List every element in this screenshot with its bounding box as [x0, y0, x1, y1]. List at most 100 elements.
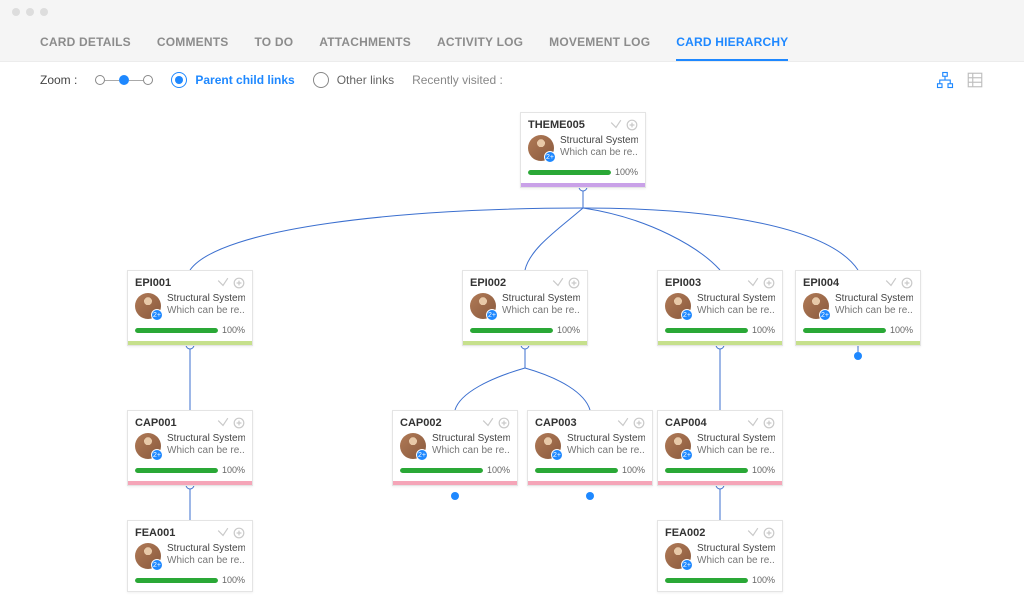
card-text: Structural SystemWhich can be re...: [697, 433, 775, 459]
card-action-icon[interactable]: [747, 277, 759, 289]
card-theme005[interactable]: THEME005 2+ Structural System Which can …: [520, 112, 646, 188]
add-child-icon[interactable]: [633, 417, 645, 429]
progress-bar: [528, 170, 611, 175]
card-action-icon[interactable]: [482, 417, 494, 429]
tab-card-details[interactable]: CARD DETAILS: [40, 24, 131, 61]
add-child-icon[interactable]: [233, 277, 245, 289]
card-action-icon[interactable]: [747, 527, 759, 539]
avatar: 2+: [400, 433, 426, 459]
tree-view-icon[interactable]: [936, 71, 954, 89]
progress-pct: 100%: [622, 465, 645, 475]
tab-movement-log[interactable]: MOVEMENT LOG: [549, 24, 650, 61]
avatar: 2+: [135, 433, 161, 459]
avatar: 2+: [470, 293, 496, 319]
card-accent: [528, 481, 652, 485]
progress-bar: [135, 328, 218, 333]
progress-pct: 100%: [752, 325, 775, 335]
card-id: CAP001: [135, 417, 177, 429]
progress-bar: [400, 468, 483, 473]
add-child-icon[interactable]: [233, 527, 245, 539]
zoom-step-3[interactable]: [143, 75, 153, 85]
window-chrome: [0, 0, 1024, 24]
card-fea002[interactable]: FEA002 2+ Structural SystemWhich can be r…: [657, 520, 783, 592]
zoom-slider[interactable]: [95, 75, 153, 85]
progress-pct: 100%: [222, 325, 245, 335]
avatar: 2+: [665, 433, 691, 459]
card-fea001[interactable]: FEA001 2+Structural SystemWhich can be r…: [127, 520, 253, 592]
tab-bar: CARD DETAILS COMMENTS TO DO ATTACHMENTS …: [0, 24, 1024, 62]
card-action-icon[interactable]: [610, 119, 622, 131]
progress-bar: [665, 578, 748, 583]
tab-todo[interactable]: TO DO: [254, 24, 293, 61]
card-text: Structural SystemWhich can be re...: [697, 543, 775, 569]
card-action-icon[interactable]: [747, 417, 759, 429]
add-child-icon[interactable]: [763, 527, 775, 539]
card-action-icon[interactable]: [885, 277, 897, 289]
avatar: 2+: [135, 293, 161, 319]
progress-bar: [803, 328, 886, 333]
avatar: 2+: [665, 293, 691, 319]
add-child-icon[interactable]: [498, 417, 510, 429]
card-cap004[interactable]: CAP004 2+Structural SystemWhich can be r…: [657, 410, 783, 486]
card-cap003[interactable]: CAP003 2+ Structural SystemWhich can be r…: [527, 410, 653, 486]
card-cap002[interactable]: CAP002 2+Structural SystemWhich can be r…: [392, 410, 518, 486]
card-text: Structural SystemWhich can be re...: [567, 433, 645, 459]
hierarchy-canvas[interactable]: THEME005 2+ Structural System Which can …: [0, 98, 1024, 613]
card-id: THEME005: [528, 119, 585, 131]
card-text: Structural SystemWhich can be re...: [167, 433, 245, 459]
card-id: CAP003: [535, 417, 577, 429]
add-child-icon[interactable]: [763, 417, 775, 429]
card-accent: [128, 481, 252, 485]
card-action-icon[interactable]: [617, 417, 629, 429]
toggle-label: Parent child links: [195, 73, 294, 87]
avatar-badge: 2+: [416, 449, 428, 461]
avatar-badge: 2+: [681, 559, 693, 571]
card-epi002[interactable]: EPI002 2+Structural SystemWhich can be r…: [462, 270, 588, 346]
progress-pct: 100%: [487, 465, 510, 475]
add-child-icon[interactable]: [763, 277, 775, 289]
card-cap001[interactable]: CAP001 2+Structural SystemWhich can be r…: [127, 410, 253, 486]
avatar-badge: 2+: [551, 449, 563, 461]
card-action-icon[interactable]: [217, 527, 229, 539]
list-view-icon[interactable]: [966, 71, 984, 89]
card-text: Structural SystemWhich can be re...: [167, 293, 245, 319]
card-action-icon[interactable]: [217, 417, 229, 429]
progress-pct: 100%: [615, 167, 638, 177]
tab-card-hierarchy[interactable]: CARD HIERARCHY: [676, 24, 788, 61]
progress-bar: [535, 468, 618, 473]
toggle-label: Other links: [337, 73, 394, 87]
add-child-icon[interactable]: [901, 277, 913, 289]
tab-comments[interactable]: COMMENTS: [157, 24, 229, 61]
card-text: Structural SystemWhich can be re...: [502, 293, 580, 319]
add-child-icon[interactable]: [233, 417, 245, 429]
card-id: FEA002: [665, 527, 705, 539]
card-accent: [393, 481, 517, 485]
card-accent: [463, 341, 587, 345]
card-action-icon[interactable]: [552, 277, 564, 289]
card-text: Structural SystemWhich can be re...: [432, 433, 510, 459]
card-accent: [658, 341, 782, 345]
window-dot: [12, 8, 20, 16]
card-id: FEA001: [135, 527, 175, 539]
card-accent: [796, 341, 920, 345]
toggle-other-links[interactable]: Other links: [313, 72, 394, 88]
avatar: 2+: [535, 433, 561, 459]
toggle-parent-child-links[interactable]: Parent child links: [171, 72, 294, 88]
card-accent: [658, 481, 782, 485]
card-epi003[interactable]: EPI003 2+Structural SystemWhich can be r…: [657, 270, 783, 346]
avatar-badge: 2+: [681, 309, 693, 321]
card-accent: [128, 341, 252, 345]
card-epi004[interactable]: EPI004 2+Structural SystemWhich can be r…: [795, 270, 921, 346]
tab-attachments[interactable]: ATTACHMENTS: [319, 24, 411, 61]
card-text: Structural System Which can be re...: [560, 135, 638, 161]
card-action-icon[interactable]: [217, 277, 229, 289]
card-epi001[interactable]: EPI001 2+Structural SystemWhich can be r…: [127, 270, 253, 346]
tab-activity-log[interactable]: ACTIVITY LOG: [437, 24, 523, 61]
add-child-icon[interactable]: [626, 119, 638, 131]
progress-pct: 100%: [752, 575, 775, 585]
progress-pct: 100%: [557, 325, 580, 335]
add-child-icon[interactable]: [568, 277, 580, 289]
zoom-step-2[interactable]: [119, 75, 129, 85]
zoom-step-1[interactable]: [95, 75, 105, 85]
card-text: Structural SystemWhich can be re...: [167, 543, 245, 569]
